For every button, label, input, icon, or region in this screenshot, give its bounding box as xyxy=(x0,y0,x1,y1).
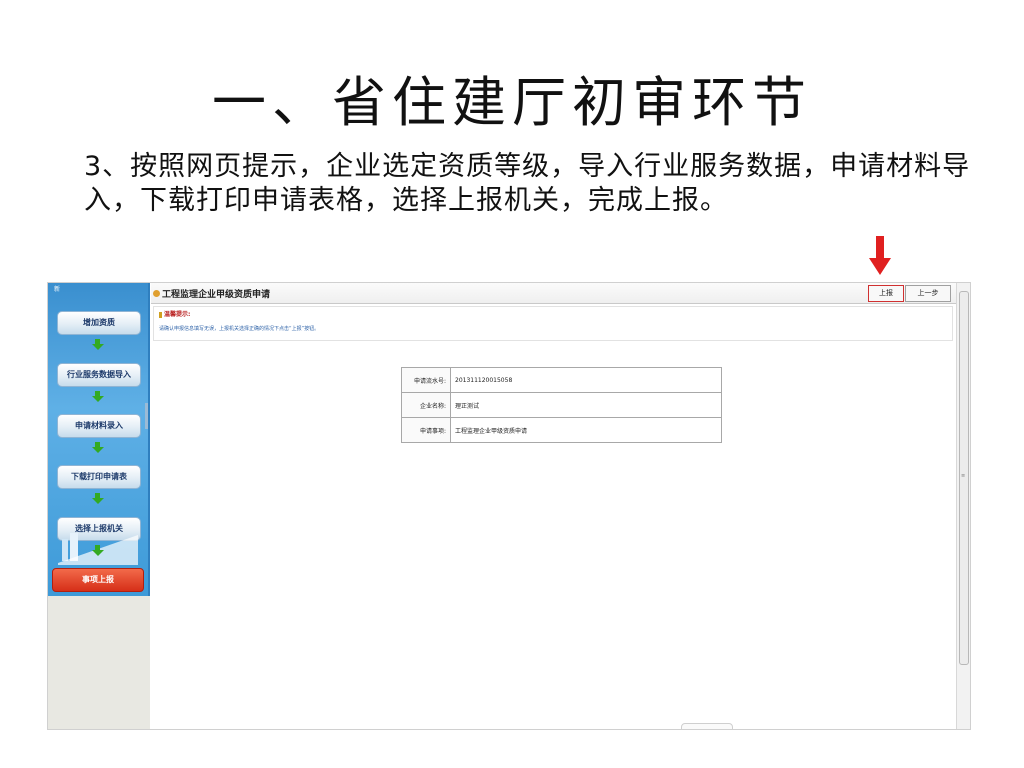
tip-text: 请确认申报信息填写无误，上报机关选择正确的情况下点击“上报”按钮。 xyxy=(159,326,320,332)
slide-title: 一、省住建厅初审环节 xyxy=(212,71,812,134)
main-content: 工程监理企业甲级资质申请 上报 上一步 温馨提示: 请确认申报信息填写无误，上报… xyxy=(151,283,956,729)
serial-number-label: 申请流水号: xyxy=(401,367,451,393)
submit-matter-button[interactable]: 事项上报 xyxy=(52,568,144,592)
tip-label-text: 温馨提示: xyxy=(164,311,191,318)
application-item-value: 工程监理企业甲级资质申请 xyxy=(450,417,722,443)
application-item-label: 申请事项: xyxy=(401,417,451,443)
page-title: 工程监理企业甲级资质申请 xyxy=(162,290,271,300)
main-header: 工程监理企业甲级资质申请 上报 上一步 xyxy=(151,283,956,304)
application-info-table: 申请流水号: 201311120015058 企业名称: 理正测试 申请事项: … xyxy=(401,367,722,443)
sidebar-scroll-handle[interactable] xyxy=(145,403,148,429)
sidebar: 新 增加资质 行业服务数据导入 申请材料录入 下载打印申请表 选择上报机关 事项… xyxy=(48,283,150,729)
sidebar-panel: 新 增加资质 行业服务数据导入 申请材料录入 下载打印申请表 选择上报机关 事项… xyxy=(48,283,150,596)
table-row: 申请流水号: 201311120015058 xyxy=(401,367,722,393)
company-name-label: 企业名称: xyxy=(401,392,451,418)
tip-label: 温馨提示: xyxy=(159,309,190,318)
red-arrow-down-icon xyxy=(869,236,891,275)
previous-step-button[interactable]: 上一步 xyxy=(905,285,951,302)
app-screenshot: 新 增加资质 行业服务数据导入 申请材料录入 下载打印申请表 选择上报机关 事项… xyxy=(47,282,971,730)
sidebar-logo: 新 xyxy=(54,286,61,293)
table-row: 企业名称: 理正测试 xyxy=(401,392,722,418)
form-icon xyxy=(153,290,160,297)
step-button-material-entry[interactable]: 申请材料录入 xyxy=(57,414,141,438)
step-button-import-service-data[interactable]: 行业服务数据导入 xyxy=(57,363,141,387)
serial-number-value: 201311120015058 xyxy=(450,367,722,393)
bottom-floating-tab[interactable] xyxy=(681,723,733,729)
warning-icon xyxy=(159,311,162,318)
tip-box: 温馨提示: 请确认申报信息填写无误，上报机关选择正确的情况下点击“上报”按钮。 xyxy=(153,306,953,341)
report-button[interactable]: 上报 xyxy=(868,285,904,302)
step-button-download-form[interactable]: 下载打印申请表 xyxy=(57,465,141,489)
step-button-add-qualification[interactable]: 增加资质 xyxy=(57,311,141,335)
company-name-value: 理正测试 xyxy=(450,392,722,418)
slide-description: 3、按照网页提示，企业选定资质等级，导入行业服务数据，申请材料导入，下载打印申请… xyxy=(84,151,971,216)
vertical-scrollbar[interactable]: ≡ xyxy=(956,283,970,729)
table-row: 申请事项: 工程监理企业甲级资质申请 xyxy=(401,417,722,443)
scrollbar-grip-icon: ≡ xyxy=(961,473,966,479)
